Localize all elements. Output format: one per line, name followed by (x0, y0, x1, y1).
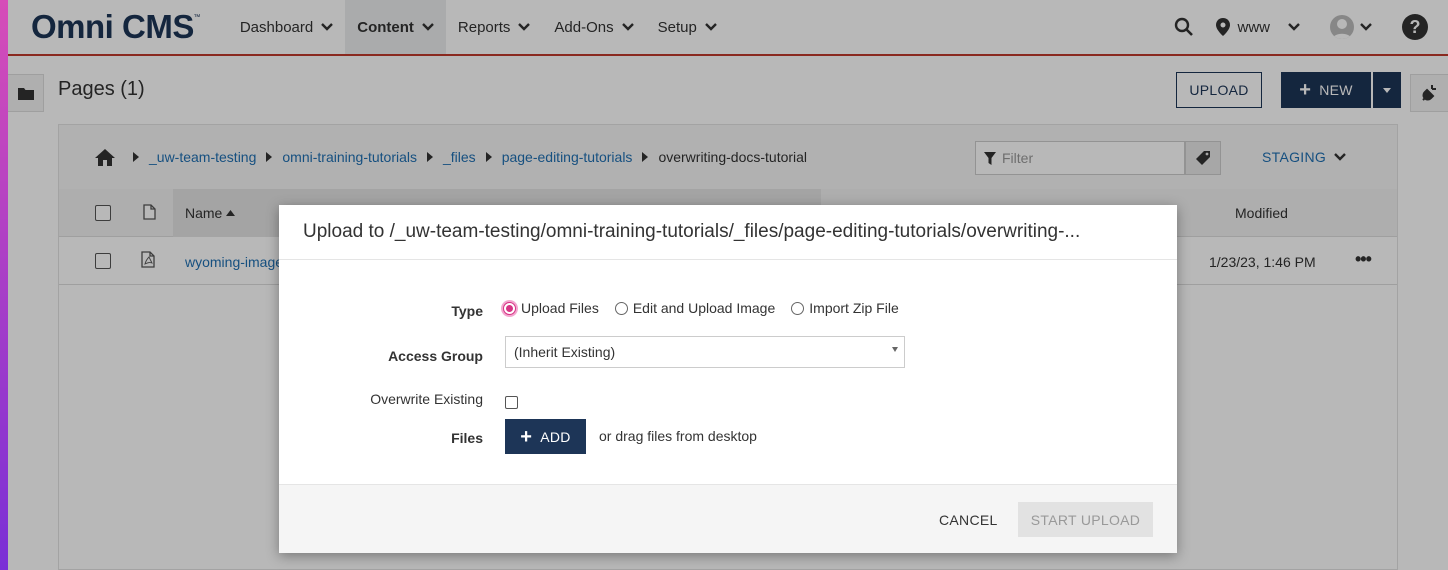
access-group-label: Access Group (388, 348, 483, 364)
cancel-button[interactable]: CANCEL (939, 512, 998, 528)
select-caret-icon (892, 347, 898, 352)
dialog-footer: CANCEL START UPLOAD (279, 484, 1177, 553)
start-upload-button[interactable]: START UPLOAD (1018, 502, 1153, 537)
window-edge-strip (0, 0, 8, 570)
type-option-edit-upload-image[interactable]: Edit and Upload Image (614, 300, 775, 316)
upload-dialog: Upload to /_uw-team-testing/omni-trainin… (279, 205, 1177, 553)
add-files-button[interactable]: + ADD (505, 419, 586, 454)
type-option-import-zip[interactable]: Import Zip File (791, 300, 899, 316)
overwrite-existing-checkbox[interactable] (505, 396, 518, 409)
dialog-title: Upload to /_uw-team-testing/omni-trainin… (279, 205, 1177, 260)
type-label: Type (451, 303, 483, 319)
dialog-body: Type Upload Files Edit and Upload Image … (279, 260, 1177, 484)
radio-icon[interactable] (791, 301, 805, 315)
type-option-upload-files[interactable]: Upload Files (503, 300, 599, 316)
radio-selected-icon[interactable] (503, 301, 516, 315)
drag-files-hint: or drag files from desktop (599, 428, 757, 444)
plus-icon: + (520, 425, 533, 448)
radio-icon[interactable] (614, 301, 628, 315)
type-radio-group: Upload Files Edit and Upload Image Impor… (503, 300, 915, 316)
access-group-select[interactable]: (Inherit Existing) (505, 336, 905, 368)
overwrite-existing-label: Overwrite Existing (370, 391, 483, 407)
files-label: Files (451, 430, 483, 446)
